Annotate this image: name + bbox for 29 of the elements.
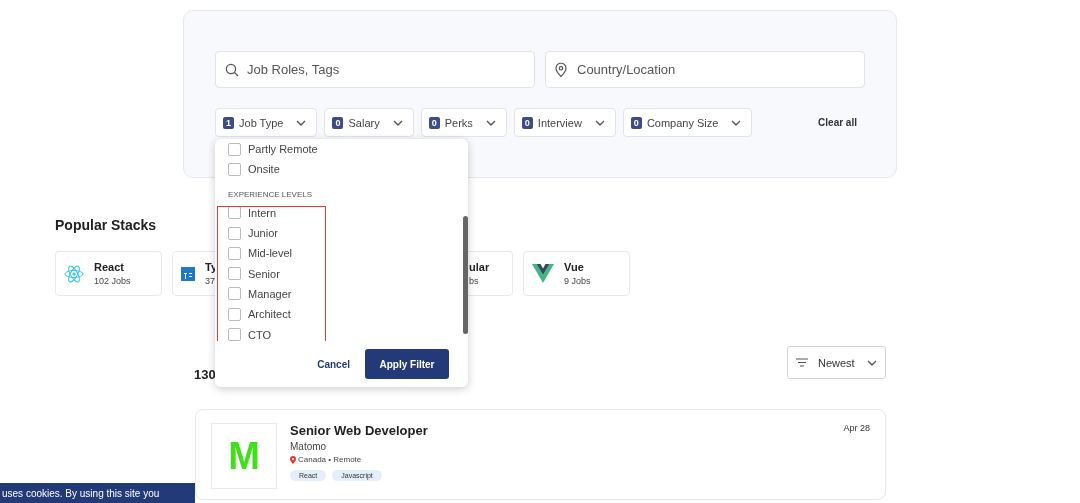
option-label: CTO — [248, 328, 272, 341]
results-count: 130 — [194, 367, 216, 382]
count-badge: 0 — [428, 116, 440, 129]
post-date: Apr 28 — [843, 423, 870, 435]
count-badge: 1 — [223, 116, 234, 129]
count-badge: 0 — [332, 116, 344, 129]
cookie-banner: uses cookies. By using this site you — [0, 483, 195, 503]
option-label: Intern — [248, 206, 277, 219]
stack-name: ular — [469, 261, 490, 273]
option-label: Partly Remote — [248, 143, 318, 156]
option-label: Junior — [248, 227, 278, 240]
job-title: Senior Web Developer — [290, 423, 429, 438]
stack-name: React — [94, 261, 125, 273]
job-count: bs — [469, 276, 480, 286]
company-logo: M — [211, 423, 277, 489]
job-count: 102 Jobs — [94, 276, 131, 286]
option-label: Onsite — [248, 163, 280, 176]
count-badge: 0 — [521, 116, 533, 129]
section-heading: EXPERIENCE LEVELS — [228, 189, 314, 199]
job-location: Canada • Remote — [298, 455, 362, 464]
job-count: 37 — [205, 276, 216, 286]
option-label: Senior — [248, 267, 280, 280]
option-label: Manager — [248, 287, 292, 300]
option-label: Architect — [248, 308, 291, 321]
job-count: 9 Jobs — [564, 276, 591, 286]
option-label: Mid-level — [248, 247, 292, 260]
count-badge: 0 — [630, 116, 642, 129]
stack-name: Vue — [564, 261, 585, 273]
company-name: Matomo — [290, 441, 328, 452]
